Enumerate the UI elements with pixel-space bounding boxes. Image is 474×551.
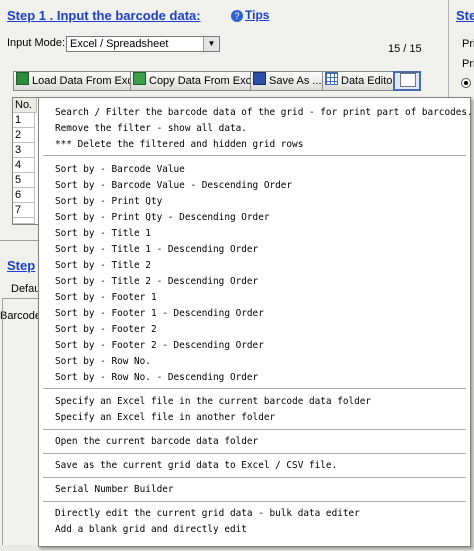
menu-sort-barcode-desc[interactable]: Sort by - Barcode Value - Descending Ord… bbox=[55, 178, 292, 193]
print-radio[interactable] bbox=[461, 78, 471, 88]
menu-save-grid-excel[interactable]: Save as the current grid data to Excel /… bbox=[55, 458, 337, 473]
grid-table-icon bbox=[325, 72, 338, 85]
grid-row-2[interactable]: 2 bbox=[13, 128, 35, 143]
save-as-label: Save As ... bbox=[269, 75, 322, 87]
step-right-title: Ste bbox=[456, 8, 474, 23]
load-excel-button[interactable]: Load Data From Excel bbox=[13, 71, 146, 91]
step2-title: Step bbox=[7, 258, 36, 273]
tips-label: Tips bbox=[245, 8, 270, 22]
chevron-down-icon: ▼ bbox=[203, 37, 219, 51]
menu-excel-other-folder[interactable]: Specify an Excel file in another folder bbox=[55, 410, 275, 425]
input-mode-select[interactable]: Excel / Spreadsheet ▼ bbox=[66, 36, 220, 52]
grid-context-menu: Search / Filter the barcode data of the … bbox=[38, 97, 473, 547]
copy-excel-button[interactable]: Copy Data From Excel bbox=[130, 71, 264, 91]
menu-separator bbox=[43, 477, 466, 478]
grid-row-3[interactable]: 3 bbox=[13, 143, 35, 158]
tips-link[interactable]: ? Tips bbox=[231, 8, 270, 23]
menu-separator bbox=[43, 429, 466, 430]
menu-sort-footer1[interactable]: Sort by - Footer 1 bbox=[55, 290, 157, 305]
barcode-groupbox bbox=[2, 298, 39, 545]
section-divider bbox=[0, 240, 38, 241]
menu-sort-title2-desc[interactable]: Sort by - Title 2 - Descending Order bbox=[55, 274, 258, 289]
grid-row-5[interactable]: 5 bbox=[13, 173, 35, 188]
grid-row-8[interactable] bbox=[13, 218, 35, 224]
grid-row-7[interactable]: 7 bbox=[13, 203, 35, 218]
print-label-2: Prin bbox=[462, 58, 474, 70]
save-as-button[interactable]: Save As ... bbox=[250, 71, 326, 91]
print-label-1: Prin bbox=[462, 38, 474, 50]
menu-sort-print-qty[interactable]: Sort by - Print Qty bbox=[55, 194, 162, 209]
menu-search-filter[interactable]: Search / Filter the barcode data of the … bbox=[55, 105, 473, 120]
menu-separator bbox=[43, 453, 466, 454]
menu-sort-barcode[interactable]: Sort by - Barcode Value bbox=[55, 162, 185, 177]
grid-header-no: No. bbox=[13, 98, 37, 113]
grid-row-4[interactable]: 4 bbox=[13, 158, 35, 173]
step1-title: Step 1 . Input the barcode data: bbox=[7, 8, 201, 23]
menu-open-data-folder[interactable]: Open the current barcode data folder bbox=[55, 434, 258, 449]
more-options-icon bbox=[400, 73, 416, 87]
data-editor-label: Data Editor bbox=[341, 75, 397, 87]
menu-excel-current-folder[interactable]: Specify an Excel file in the current bar… bbox=[55, 394, 371, 409]
copy-excel-icon bbox=[133, 72, 146, 85]
menu-serial-number-builder[interactable]: Serial Number Builder bbox=[55, 482, 174, 497]
menu-sort-title1-desc[interactable]: Sort by - Title 1 - Descending Order bbox=[55, 242, 258, 257]
menu-separator bbox=[43, 501, 466, 502]
input-mode-label: Input Mode: bbox=[7, 37, 66, 49]
menu-sort-footer1-desc[interactable]: Sort by - Footer 1 - Descending Order bbox=[55, 306, 264, 321]
menu-separator bbox=[43, 388, 466, 389]
row-counter: 15 / 15 bbox=[388, 43, 422, 55]
load-excel-label: Load Data From Excel bbox=[32, 75, 142, 87]
menu-delete-filtered[interactable]: *** Delete the filtered and hidden grid … bbox=[55, 137, 303, 152]
data-editor-button[interactable]: Data Editor bbox=[322, 71, 401, 91]
menu-sort-title2[interactable]: Sort by - Title 2 bbox=[55, 258, 151, 273]
menu-sort-title1[interactable]: Sort by - Title 1 bbox=[55, 226, 151, 241]
input-mode-value: Excel / Spreadsheet bbox=[70, 38, 169, 50]
help-icon: ? bbox=[231, 10, 243, 23]
excel-icon bbox=[16, 72, 29, 85]
menu-sort-row-no[interactable]: Sort by - Row No. bbox=[55, 354, 151, 369]
copy-excel-label: Copy Data From Excel bbox=[149, 75, 260, 87]
menu-separator bbox=[43, 155, 466, 156]
menu-sort-footer2-desc[interactable]: Sort by - Footer 2 - Descending Order bbox=[55, 338, 264, 353]
menu-sort-row-no-desc[interactable]: Sort by - Row No. - Descending Order bbox=[55, 370, 258, 385]
grid-row-1[interactable]: 1 bbox=[13, 113, 35, 128]
menu-bulk-data-editor[interactable]: Directly edit the current grid data - bu… bbox=[55, 506, 360, 521]
menu-sort-footer2[interactable]: Sort by - Footer 2 bbox=[55, 322, 157, 337]
menu-remove-filter[interactable]: Remove the filter - show all data. bbox=[55, 121, 247, 136]
menu-add-blank-grid[interactable]: Add a blank grid and directly edit bbox=[55, 522, 247, 537]
grid-menu-button[interactable] bbox=[393, 71, 421, 91]
menu-sort-print-qty-desc[interactable]: Sort by - Print Qty - Descending Order bbox=[55, 210, 269, 225]
floppy-disk-icon bbox=[253, 72, 266, 85]
grid-row-6[interactable]: 6 bbox=[13, 188, 35, 203]
